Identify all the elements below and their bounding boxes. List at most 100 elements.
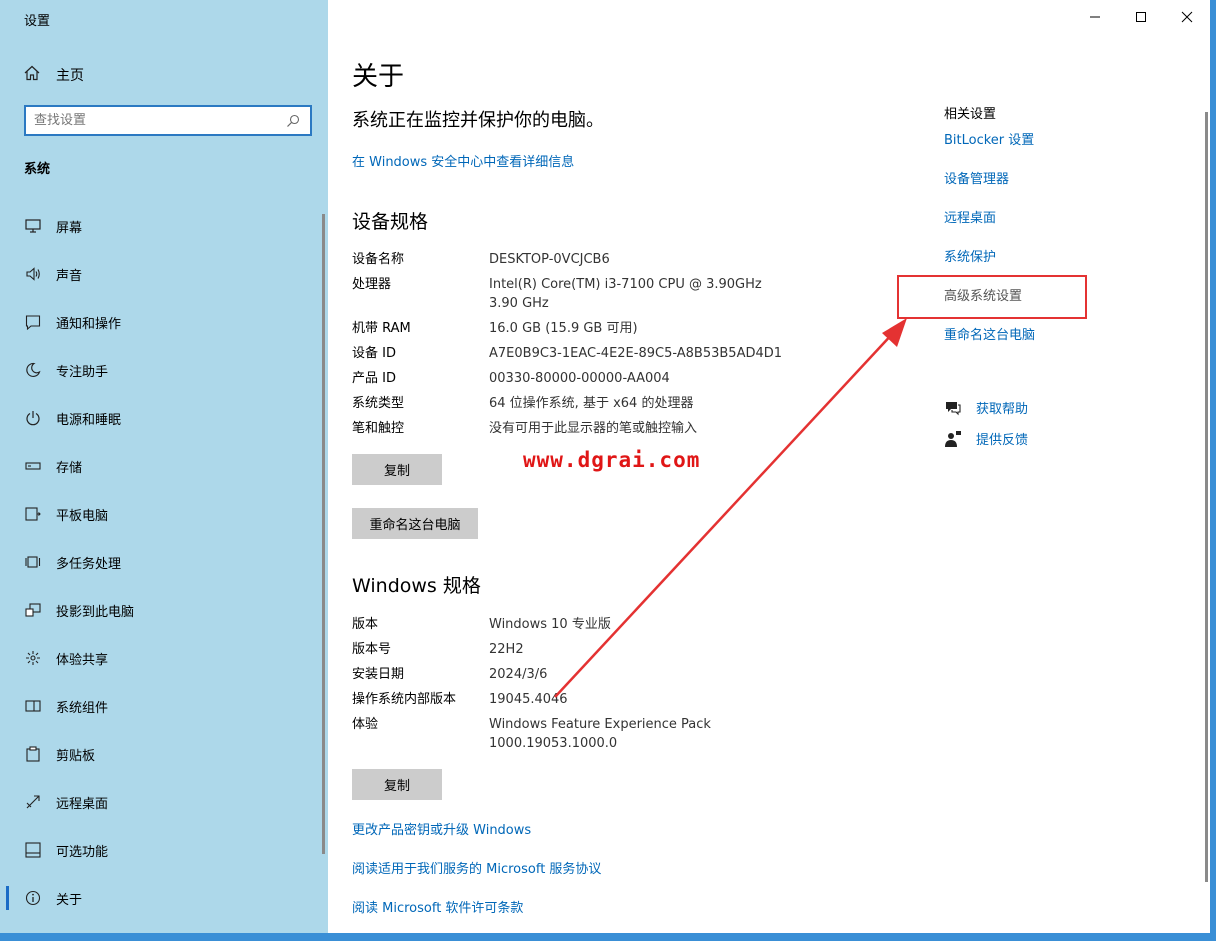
sidebar-item-label: 存储 [56, 460, 83, 476]
spec-value: 00330-80000-00000-AA004 [489, 371, 670, 386]
sidebar-item-optional-features[interactable]: 可选功能 [0, 826, 322, 874]
sidebar-item-tablet[interactable]: 平板电脑 [0, 490, 322, 538]
windows-spec-list: 版本 Windows 10 专业版 版本号 22H2 安装日期 2024/3/6 操作… [352, 615, 792, 759]
sidebar-item-system-components[interactable]: 系统组件 [0, 682, 322, 730]
sidebar-item-notifications[interactable]: 通知和操作 [0, 298, 322, 346]
main-scrollbar[interactable] [1205, 112, 1208, 882]
search-box[interactable] [24, 105, 312, 136]
spec-row: 笔和触控 没有可用于此显示器的笔或触控输入 [352, 419, 792, 438]
get-help-row[interactable]: 获取帮助 [944, 392, 1028, 423]
share-icon [24, 649, 42, 667]
sidebar-item-about[interactable]: 关于 [0, 874, 322, 922]
remote-icon [24, 793, 42, 811]
window-title: 设置 [24, 14, 51, 29]
spec-value: Intel(R) Core(TM) i3-7100 CPU @ 3.90GHz … [489, 277, 762, 311]
spec-key: 机带 RAM [352, 321, 411, 336]
spec-key: 安装日期 [352, 667, 405, 682]
change-product-key-link[interactable]: 更改产品密钥或升级 Windows [352, 819, 531, 838]
get-help-label[interactable]: 获取帮助 [976, 398, 1028, 417]
spec-value: 22H2 [489, 642, 524, 657]
sidebar-item-power-sleep[interactable]: 电源和睡眠 [0, 394, 322, 442]
spec-row: 机带 RAM 16.0 GB (15.9 GB 可用) [352, 319, 792, 338]
sidebar-item-label: 远程桌面 [56, 796, 109, 812]
sidebar-item-projecting[interactable]: 投影到此电脑 [0, 586, 322, 634]
spec-key: 笔和触控 [352, 421, 405, 436]
spec-row: 版本号 22H2 [352, 640, 792, 659]
sidebar-item-label: 多任务处理 [56, 556, 122, 572]
sidebar: 设置 主页 系统 屏幕 声音 通知和操作 [0, 0, 328, 933]
sidebar-item-label: 剪贴板 [56, 748, 96, 764]
sidebar-item-label: 可选功能 [56, 844, 109, 860]
help-chat-icon [944, 399, 962, 417]
section-title: 系统 [24, 162, 51, 177]
spec-row: 产品 ID 00330-80000-00000-AA004 [352, 369, 792, 388]
multitask-icon [24, 553, 42, 571]
sidebar-item-label: 平板电脑 [56, 508, 109, 524]
sidebar-item-clipboard[interactable]: 剪贴板 [0, 730, 322, 778]
sidebar-item-focus-assist[interactable]: 专注助手 [0, 346, 322, 394]
spec-row: 版本 Windows 10 专业版 [352, 615, 792, 634]
spec-value: DESKTOP-0VCJCB6 [489, 252, 610, 267]
sidebar-item-storage[interactable]: 存储 [0, 442, 322, 490]
monitor-icon [24, 217, 42, 235]
search-input[interactable] [34, 113, 286, 128]
project-icon [24, 601, 42, 619]
search-icon[interactable] [286, 113, 302, 129]
sidebar-item-label: 关于 [56, 892, 83, 908]
spec-row: 操作系统内部版本 19045.4046 [352, 690, 792, 709]
copy-device-button[interactable]: 复制 [352, 454, 442, 485]
related-settings: 相关设置 BitLocker 设置 设备管理器 远程桌面 系统保护 高级系统设置… [944, 103, 1144, 366]
sidebar-item-multitasking[interactable]: 多任务处理 [0, 538, 322, 586]
spec-row: 设备名称 DESKTOP-0VCJCB6 [352, 250, 792, 269]
bitlocker-link[interactable]: BitLocker 设置 [944, 132, 1144, 171]
spec-value: 2024/3/6 [489, 667, 548, 682]
feedback-icon [944, 430, 962, 448]
sidebar-item-label: 体验共享 [56, 652, 109, 668]
sidebar-item-shared-experiences[interactable]: 体验共享 [0, 634, 322, 682]
tablet-icon [24, 505, 42, 523]
sidebar-nav: 屏幕 声音 通知和操作 专注助手 电源和睡眠 存储 平板电脑 多任务处理 投影到… [0, 202, 322, 922]
device-manager-link[interactable]: 设备管理器 [944, 171, 1144, 210]
security-center-link[interactable]: 在 Windows 安全中心中查看详细信息 [352, 151, 574, 170]
sidebar-item-remote-desktop[interactable]: 远程桌面 [0, 778, 322, 826]
home-nav-item[interactable]: 主页 [24, 64, 84, 86]
home-icon [24, 65, 42, 85]
main-content: 关于 系统正在监控并保护你的电脑。 在 Windows 安全中心中查看详细信息 … [328, 0, 1210, 933]
spec-value: 16.0 GB (15.9 GB 可用) [489, 321, 638, 336]
feedback-label[interactable]: 提供反馈 [976, 429, 1028, 448]
page-title: 关于 [352, 62, 405, 92]
sidebar-item-label: 系统组件 [56, 700, 109, 716]
spec-key: 设备名称 [352, 252, 405, 267]
clipboard-icon [24, 745, 42, 763]
rename-pc-button[interactable]: 重命名这台电脑 [352, 508, 478, 539]
home-label: 主页 [56, 68, 84, 84]
remote-desktop-link[interactable]: 远程桌面 [944, 210, 1144, 249]
spec-value: Windows Feature Experience Pack 1000.190… [489, 717, 711, 751]
settings-window: 设置 主页 系统 屏幕 声音 通知和操作 [0, 0, 1210, 933]
power-icon [24, 409, 42, 427]
spec-row: 体验 Windows Feature Experience Pack 1000.1… [352, 715, 792, 753]
info-icon [24, 889, 42, 907]
spec-key: 版本号 [352, 642, 392, 657]
copy-windows-button[interactable]: 复制 [352, 769, 442, 800]
sidebar-item-label: 声音 [56, 268, 83, 284]
spec-key: 版本 [352, 617, 379, 632]
rename-pc-link[interactable]: 重命名这台电脑 [944, 327, 1144, 366]
spec-value: Windows 10 专业版 [489, 617, 611, 632]
sidebar-scrollbar[interactable] [322, 214, 325, 854]
notification-icon [24, 313, 42, 331]
device-spec-heading: 设备规格 [352, 211, 429, 233]
highlight-box [897, 275, 1087, 319]
service-agreement-link[interactable]: 阅读适用于我们服务的 Microsoft 服务协议 [352, 858, 601, 877]
sidebar-item-label: 屏幕 [56, 220, 83, 236]
sidebar-item-display[interactable]: 屏幕 [0, 202, 322, 250]
spec-value: 64 位操作系统, 基于 x64 的处理器 [489, 396, 694, 411]
feedback-row[interactable]: 提供反馈 [944, 423, 1028, 454]
spec-value: 没有可用于此显示器的笔或触控输入 [489, 421, 698, 436]
spec-row: 系统类型 64 位操作系统, 基于 x64 的处理器 [352, 394, 792, 413]
moon-icon [24, 361, 42, 379]
license-terms-link[interactable]: 阅读 Microsoft 软件许可条款 [352, 897, 523, 916]
spec-row: 设备 ID A7E0B9C3-1EAC-4E2E-89C5-A8B53B5AD4D… [352, 344, 792, 363]
windows-spec-heading: Windows 规格 [352, 575, 481, 597]
sidebar-item-sound[interactable]: 声音 [0, 250, 322, 298]
